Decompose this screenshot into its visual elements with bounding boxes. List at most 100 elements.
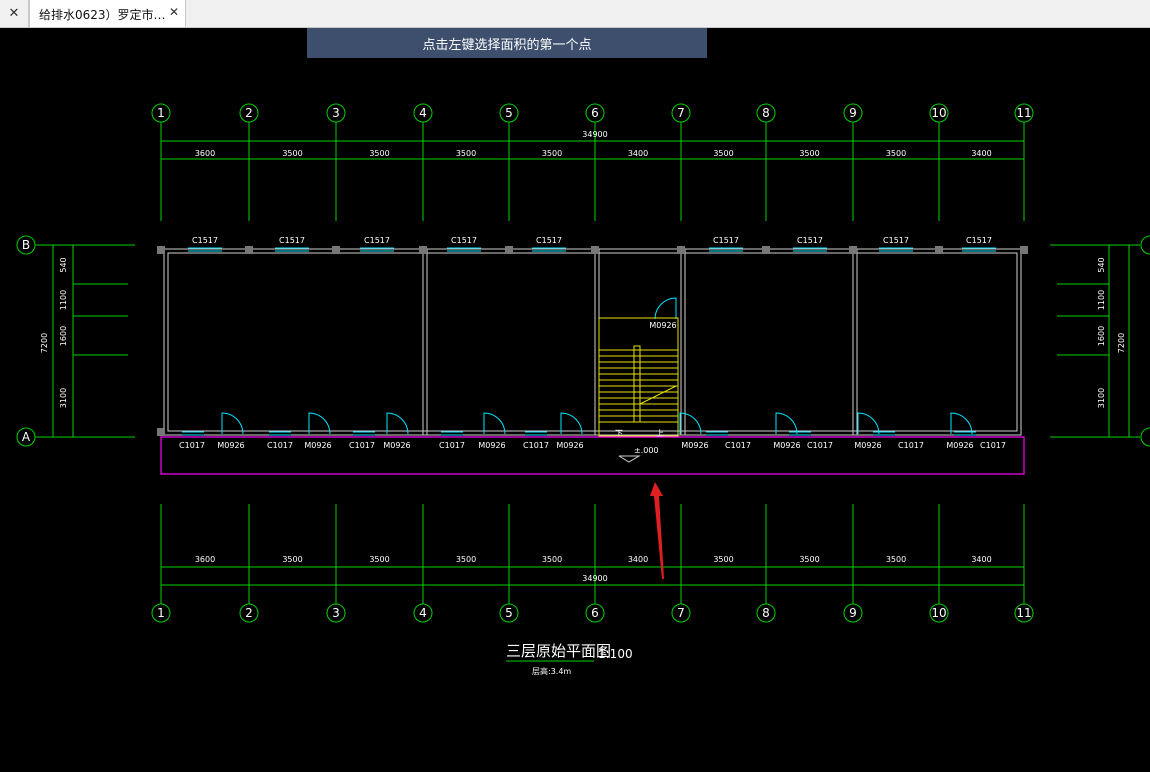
axis-label-1: 1: [157, 606, 165, 620]
column: [505, 246, 513, 254]
side-dim: 1100: [59, 290, 68, 310]
axis-label-3: 3: [332, 606, 340, 620]
axis-label-8: 8: [762, 606, 770, 620]
axis-label-7: 7: [677, 606, 685, 620]
side-dim: 1600: [59, 326, 68, 346]
opening-label: C1017: [523, 441, 549, 450]
floor-plan: [157, 246, 1028, 437]
axis-bubble-right: [1140, 235, 1150, 255]
side-dim: 1100: [1097, 290, 1106, 310]
grid-bottom: 1 2 3 4 5 6 7 8 9 10 11 34900 3600 3500 3500 3500 3500 34…: [151, 504, 1034, 623]
dim-span: 3500: [282, 149, 302, 158]
column: [245, 246, 253, 254]
tab-drawing[interactable]: 给排水0623）罗定市… ✕: [29, 0, 186, 27]
window-label: C1517: [797, 236, 823, 245]
column: [677, 246, 685, 254]
axis-label-4: 4: [419, 606, 427, 620]
dim-span: 3500: [886, 555, 906, 564]
axis-label-2: 2: [245, 106, 253, 120]
opening-label: M0926: [217, 441, 244, 450]
window-label: C1517: [451, 236, 477, 245]
grid-top: 1 2 3 4 5 6 7 8 9 10 11 34900 3600 3500 3500 3500 3500 34…: [151, 103, 1034, 221]
column: [762, 246, 770, 254]
opening-label: M0926: [478, 441, 505, 450]
axis-label-3: 3: [332, 106, 340, 120]
window-label: C1517: [279, 236, 305, 245]
opening-label: C1017: [898, 441, 924, 450]
axis-label-7: 7: [677, 106, 685, 120]
axis-label-11: 11: [1016, 106, 1031, 120]
tab-bar: ✕ 给排水0623）罗定市… ✕: [0, 0, 1150, 28]
window-label: C1517: [883, 236, 909, 245]
floor-height-label: 层高:3.4m: [532, 666, 571, 676]
opening-label: C1017: [807, 441, 833, 450]
dim-span: 3400: [628, 555, 648, 564]
outer-wall-inner: [167, 252, 1018, 432]
opening-label: C1017: [267, 441, 293, 450]
dim-span: 3600: [195, 149, 215, 158]
column: [935, 246, 943, 254]
tab-close-icon[interactable]: ✕: [169, 5, 179, 19]
axis-label-6: 6: [591, 106, 599, 120]
side-dim: 540: [1097, 257, 1106, 272]
dim-span: 3600: [195, 555, 215, 564]
axis-label-2: 2: [245, 606, 253, 620]
dim-span: 3500: [713, 149, 733, 158]
elevation-marker: [618, 455, 641, 463]
dim-span: 3400: [971, 555, 991, 564]
dim-span: 3500: [799, 555, 819, 564]
side-dim-total: 7200: [1117, 333, 1126, 353]
dim-span: 3500: [369, 555, 389, 564]
side-dimensions: B A 540 540 1100 1100 1600 1600 3100 3100 7200 7200: [16, 235, 1150, 447]
column: [1020, 246, 1028, 254]
cad-canvas[interactable]: 1 2 3 4 5 6 7 8 9 10 11349003600 3500 3500 3500 3500 34…: [0, 28, 1150, 772]
window-label: C1517: [192, 236, 218, 245]
opening-label: M0926: [946, 441, 973, 450]
stair-rail: [633, 345, 641, 423]
axis-label-10: 10: [931, 606, 946, 620]
drawing-title: 三层原始平面图: [506, 642, 611, 660]
column: [591, 246, 599, 254]
elevation-label: ±.000: [634, 446, 659, 455]
opening-label: M0926: [681, 441, 708, 450]
window-label: C1517: [966, 236, 992, 245]
dim-span: 3500: [369, 149, 389, 158]
column: [157, 246, 165, 254]
stair-door-label: M0926: [649, 321, 676, 330]
opening-label: M0926: [556, 441, 583, 450]
dim-span: 3500: [713, 555, 733, 564]
column: [332, 246, 340, 254]
column: [157, 428, 165, 436]
axis-label-10: 10: [931, 106, 946, 120]
dim-span: 3400: [628, 149, 648, 158]
stair: [598, 317, 679, 437]
window-label: C1517: [713, 236, 739, 245]
dim-span: 3500: [542, 149, 562, 158]
dim-span: 3500: [542, 555, 562, 564]
dim-total: 34900: [582, 574, 607, 583]
window-label: C1517: [536, 236, 562, 245]
outer-wall: [163, 248, 1022, 436]
opening-label: C1017: [980, 441, 1006, 450]
opening-label: C1017: [349, 441, 375, 450]
close-icon[interactable]: ✕: [0, 0, 29, 27]
axis-label-4: 4: [419, 106, 427, 120]
axis-label-9: 9: [849, 606, 857, 620]
axis-label-8: 8: [762, 106, 770, 120]
door-swing: [654, 297, 677, 320]
opening-label: M0926: [854, 441, 881, 450]
dim-total: 34900: [582, 130, 607, 139]
axis-label-5: 5: [505, 106, 513, 120]
side-dim-total: 7200: [40, 333, 49, 353]
plan-labels: C1517 C1517 C1517 C1517 C1517 C1517 C1517 C1517…: [179, 236, 1006, 450]
stair-arrow: [639, 385, 677, 405]
window-label: C1517: [364, 236, 390, 245]
opening-label: M0926: [773, 441, 800, 450]
side-dim: 1600: [1097, 326, 1106, 346]
axis-label-B: B: [22, 238, 30, 252]
side-dim: 3100: [59, 388, 68, 408]
dim-span: 3500: [799, 149, 819, 158]
arrow-icon: [650, 482, 664, 579]
dim-span: 3500: [456, 149, 476, 158]
dim-span: 3400: [971, 149, 991, 158]
